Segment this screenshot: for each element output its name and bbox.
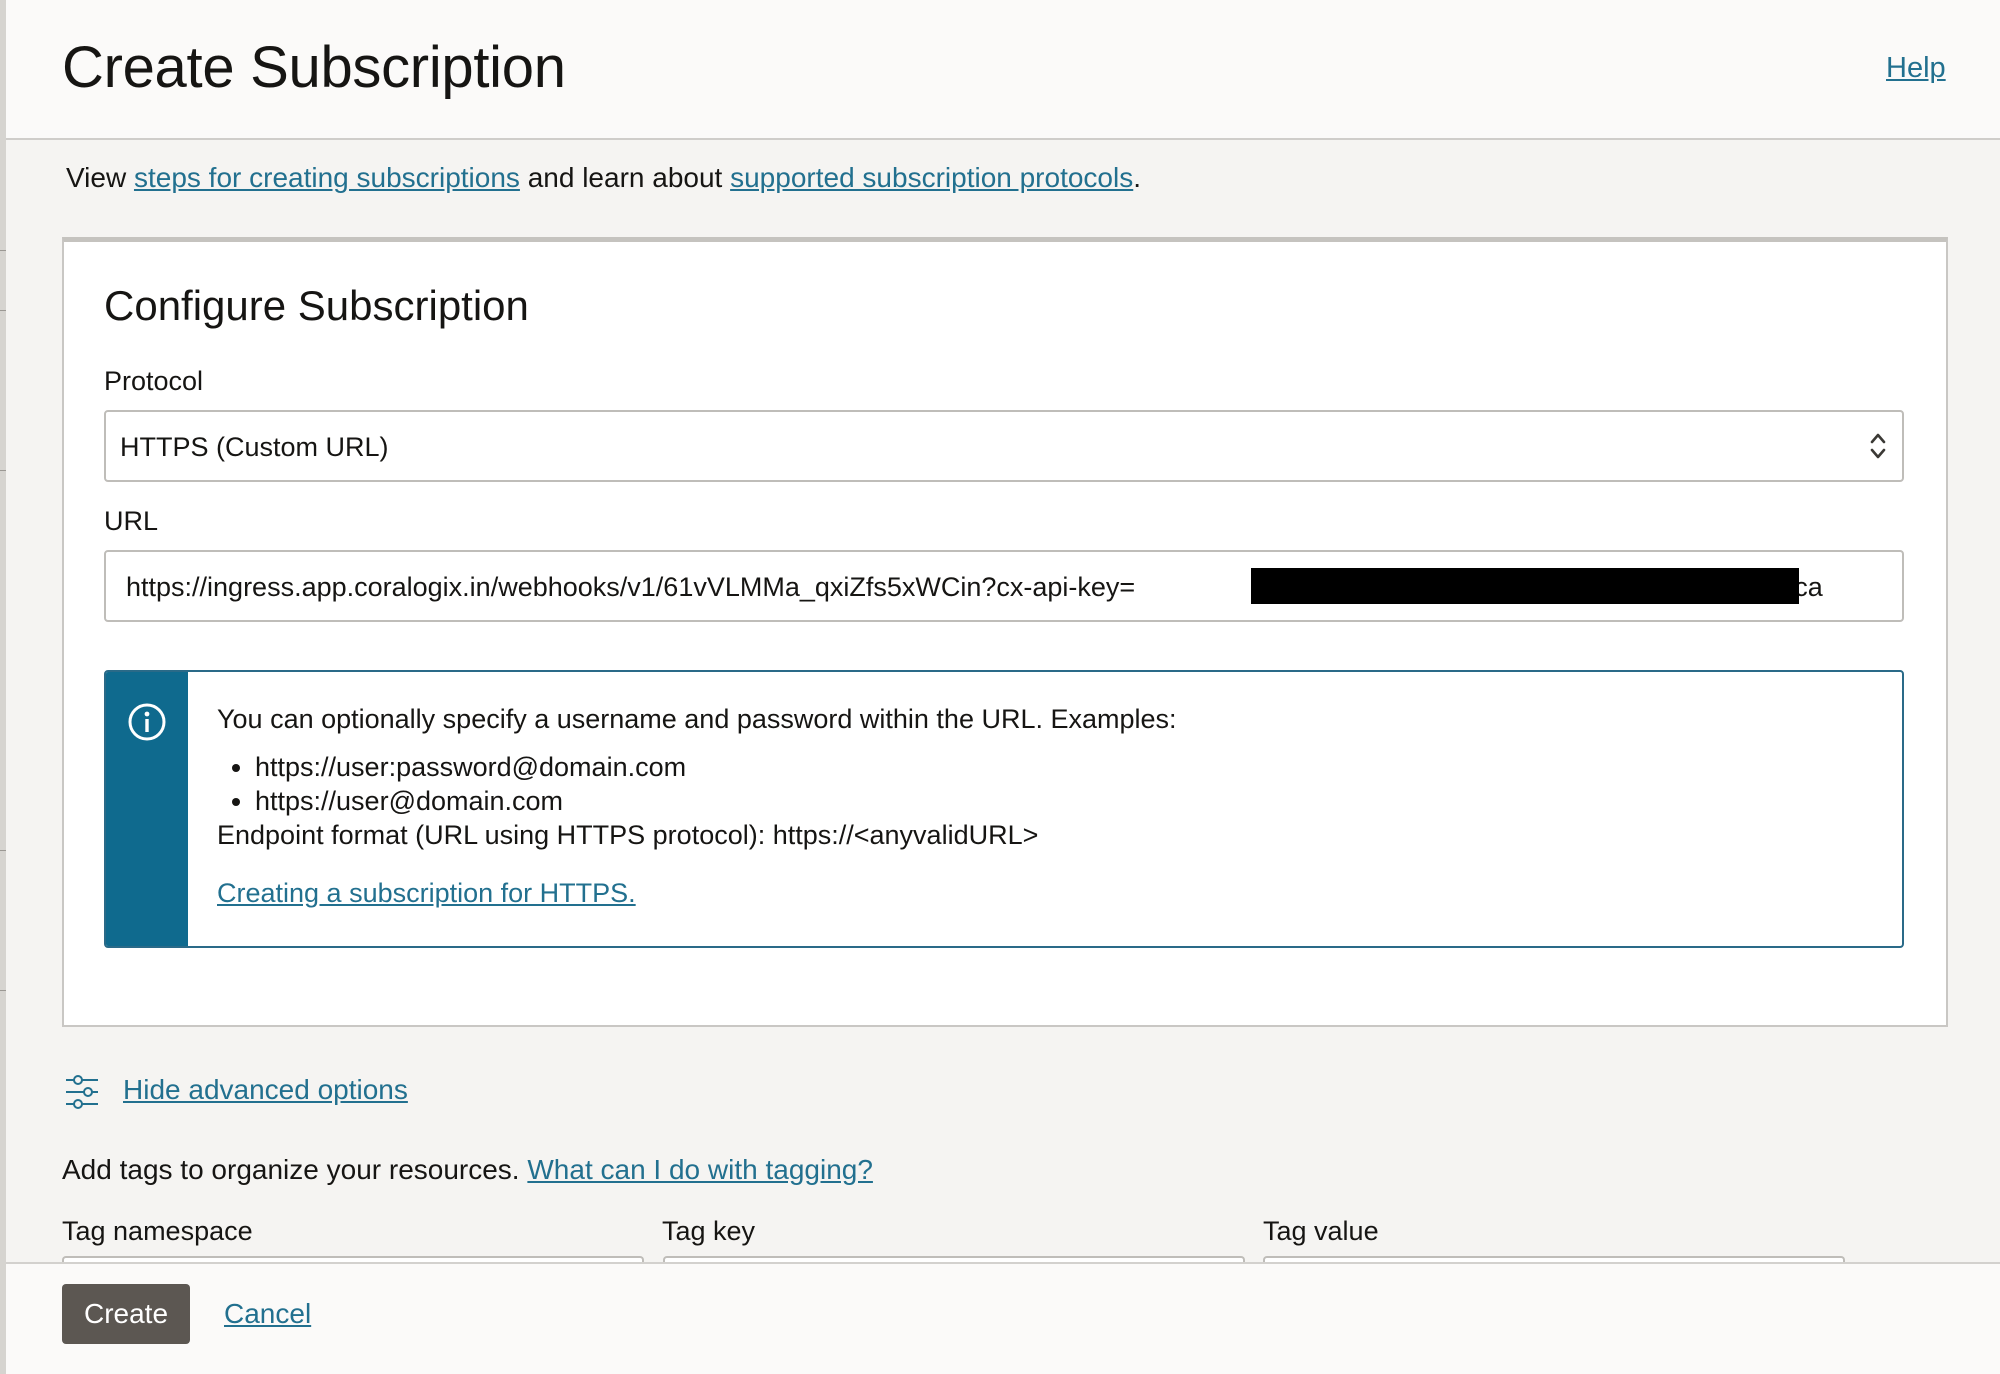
url-label: URL [104, 506, 159, 536]
protocol-label: Protocol [104, 366, 204, 396]
hide-advanced-options-link[interactable]: Hide advanced options [123, 1074, 408, 1106]
intro-prefix: View [66, 162, 134, 193]
configure-subscription-card: Configure Subscription Protocol HTTPS (C… [62, 237, 1948, 1027]
info-text: You can optionally specify a username an… [217, 704, 1177, 734]
create-button[interactable]: Create [62, 1284, 190, 1344]
panel-footer: Create Cancel [6, 1262, 2000, 1374]
protocol-select[interactable]: HTTPS (Custom URL) [104, 410, 1904, 482]
sliders-icon[interactable] [64, 1074, 100, 1110]
section-title: Configure Subscription [104, 282, 529, 329]
protocol-value: HTTPS (Custom URL) [120, 432, 389, 462]
tag-value-label: Tag value [1263, 1216, 1379, 1246]
chevron-updown-icon [1870, 433, 1886, 459]
tag-namespace-label: Tag namespace [62, 1216, 253, 1246]
list-item: https://user:password@domain.com [255, 750, 1877, 784]
help-link[interactable]: Help [1886, 52, 1946, 85]
intro-middle: and learn about [519, 162, 731, 193]
steps-link[interactable]: steps for creating subscriptions [134, 162, 520, 193]
protocols-link[interactable]: supported subscription protocols [730, 162, 1133, 193]
intro-suffix: . [1133, 162, 1142, 193]
tags-intro-text: Add tags to organize your resources. [62, 1154, 520, 1185]
info-content: You can optionally specify a username an… [217, 702, 1877, 910]
cancel-link[interactable]: Cancel [224, 1298, 311, 1330]
info-message-box: You can optionally specify a username an… [104, 670, 1904, 948]
info-bar [106, 672, 188, 946]
page-title: Create Subscription [62, 35, 566, 100]
examples-list: https://user:password@domain.com https:/… [217, 750, 1877, 818]
list-item: https://user@domain.com [255, 784, 1877, 818]
tag-key-label: Tag key [662, 1216, 756, 1246]
panel-header: Create Subscription Help [6, 0, 2000, 140]
endpoint-format-text: Endpoint format (URL using HTTPS protoco… [217, 820, 1039, 850]
url-value-start: https://ingress.app.coralogix.in/webhook… [126, 572, 1136, 602]
info-icon [128, 703, 166, 741]
url-input[interactable]: https://ingress.app.coralogix.in/webhook… [104, 550, 1904, 622]
redaction-box [1251, 568, 1799, 604]
tagging-help-link[interactable]: What can I do with tagging? [527, 1154, 873, 1185]
tags-intro: Add tags to organize your resources. Wha… [62, 1154, 873, 1186]
https-subscription-link[interactable]: Creating a subscription for HTTPS. [217, 876, 636, 910]
intro-text: View steps for creating subscriptions an… [66, 162, 1141, 194]
create-subscription-panel: Create Subscription Help View steps for … [6, 0, 2000, 1374]
